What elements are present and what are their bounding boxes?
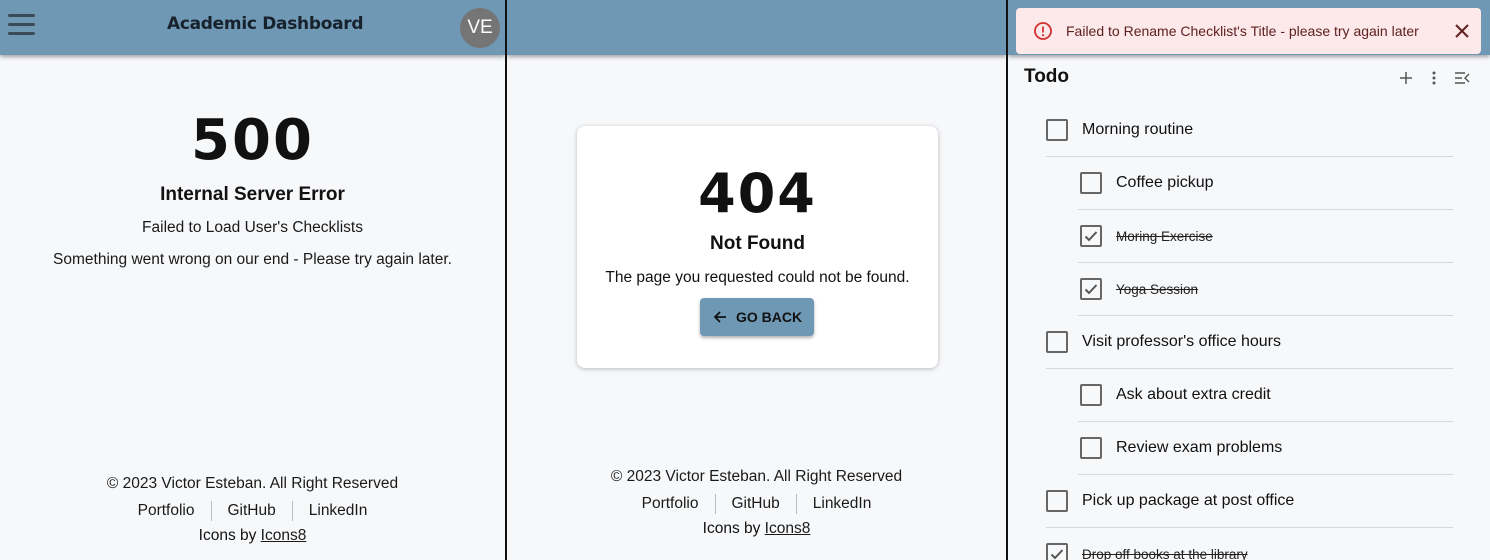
linkedin-link[interactable]: LinkedIn [291,501,384,521]
copyright: © 2023 Victor Esteban. All Right Reserve… [610,468,903,485]
app-bar: Academic Dashboard VE [0,0,505,55]
checkbox[interactable] [1080,384,1102,406]
checkbox[interactable] [1080,437,1102,459]
checklist-item-label: Drop off books at the library [1082,546,1248,560]
check-icon [1084,231,1098,242]
checkbox[interactable] [1046,331,1068,353]
checklist-item-label: Morning routine [1082,121,1194,138]
footer-links: Portfolio GitHub LinkedIn [507,494,1006,514]
checklist-item-label: Coffee pickup [1116,174,1214,191]
checklist-item-label: Moring Exercise [1116,228,1213,244]
icons8-link[interactable]: Icons8 [261,527,307,544]
error-500-view: Academic Dashboard VE 500 Internal Serve… [0,0,505,560]
github-link[interactable]: GitHub [210,501,292,521]
checklist-item-label: Yoga Session [1116,281,1199,297]
not-found-card: 404 Not Found The page you requested cou… [577,126,938,368]
error-title: Not Found [710,233,805,254]
checklist-item[interactable]: Coffee pickup [1078,157,1453,210]
error-title: Internal Server Error [160,184,345,205]
checkbox[interactable] [1046,490,1068,512]
checklist-item-label: Visit professor's office hours [1082,333,1281,350]
checklist-item[interactable]: Morning routine [1046,104,1453,157]
menu-icon[interactable] [8,14,35,38]
portfolio-link[interactable]: Portfolio [122,501,211,521]
error-message: The page you requested could not be foun… [605,269,910,286]
check-icon [1050,549,1064,560]
error-message: Something went wrong on our end - Please… [53,251,452,268]
check-icon [1084,284,1098,295]
portfolio-link[interactable]: Portfolio [626,494,715,514]
error-outline-icon [1034,22,1052,40]
linkedin-link[interactable]: LinkedIn [795,494,888,514]
checklist-item[interactable]: Yoga Session [1078,263,1453,316]
footer-links: Portfolio GitHub LinkedIn [0,501,505,521]
github-link[interactable]: GitHub [714,494,796,514]
checklist-item-label: Pick up package at post office [1082,492,1295,509]
checklist-item-label: Review exam problems [1116,439,1283,456]
checklist-item[interactable]: Drop off books at the library [1046,528,1453,560]
checklist-item-label: Ask about extra credit [1116,386,1271,403]
error-alert: Failed to Rename Checklist's Title - ple… [1016,8,1481,54]
checklist-item[interactable]: Review exam problems [1078,422,1453,475]
app-bar [507,0,1006,55]
go-back-button[interactable]: GO BACK [700,298,814,336]
checkbox-checked[interactable] [1080,225,1102,247]
error-404-view: 404 Not Found The page you requested cou… [505,0,1006,560]
checklist-item[interactable]: Pick up package at post office [1046,475,1453,528]
icons-credit: Icons by Icons8 [198,527,307,544]
arrow-left-icon [713,311,726,323]
checklist-view: Failed to Rename Checklist's Title - ple… [1006,0,1490,560]
avatar[interactable]: VE [460,8,500,48]
app-title: Academic Dashboard [167,14,364,34]
checkbox[interactable] [1080,172,1102,194]
copyright: © 2023 Victor Esteban. All Right Reserve… [106,475,399,492]
checkbox-checked[interactable] [1046,543,1068,560]
checklist-item[interactable]: Moring Exercise [1078,210,1453,263]
icons-credit: Icons by Icons8 [702,520,811,537]
checkbox-checked[interactable] [1080,278,1102,300]
error-code: 500 [191,108,314,173]
more-vert-icon[interactable] [1425,69,1443,87]
checklist-item[interactable]: Ask about extra credit [1078,369,1453,422]
checklist-title[interactable]: Todo [1024,66,1069,88]
collapse-list-icon[interactable] [1453,69,1471,87]
error-detail: Failed to Load User's Checklists [142,219,363,236]
checkbox[interactable] [1046,119,1068,141]
icons8-link[interactable]: Icons8 [765,520,811,537]
add-icon[interactable] [1397,69,1415,87]
error-code: 404 [698,162,817,225]
alert-message: Failed to Rename Checklist's Title - ple… [1066,23,1419,39]
close-icon[interactable] [1453,22,1471,40]
checklist-item[interactable]: Visit professor's office hours [1046,316,1453,369]
